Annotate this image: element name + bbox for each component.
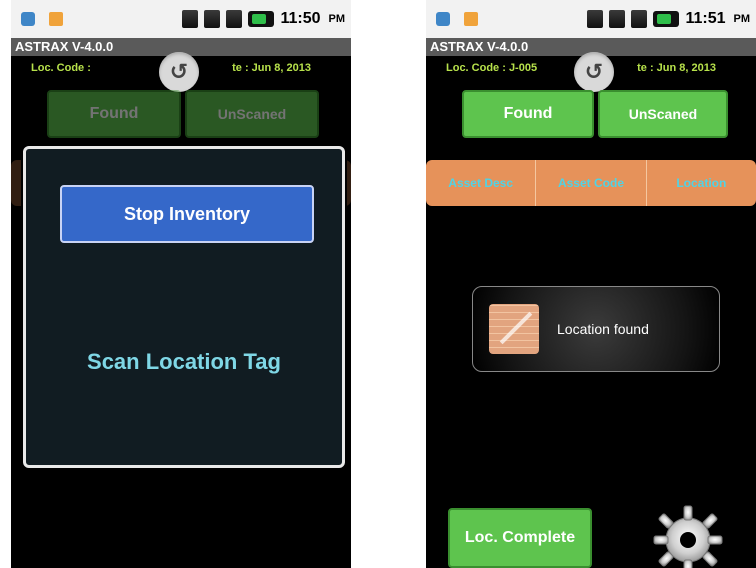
status-ampm: PM xyxy=(328,13,346,25)
signal-icon xyxy=(587,10,604,28)
status-ampm: PM xyxy=(733,13,751,25)
battery-icon xyxy=(653,11,680,27)
scan-location-message: Scan Location Tag xyxy=(87,349,281,374)
header-location[interactable]: Location xyxy=(647,160,756,206)
date-label: te : Jun 8, 2013 xyxy=(637,62,716,74)
signal-icon xyxy=(182,10,199,28)
loc-complete-button[interactable]: Loc. Complete xyxy=(448,508,592,568)
back-arrow-icon: ↺ xyxy=(584,59,604,85)
signal-icon xyxy=(226,10,243,28)
asset-table-header: Asset Desc Asset Code Location xyxy=(426,160,756,206)
unscaned-button[interactable]: UnScaned xyxy=(185,90,319,138)
back-button[interactable]: ↺ xyxy=(574,52,614,92)
usb-icon xyxy=(436,12,450,26)
signal-icon xyxy=(631,10,648,28)
scan-dialog: Stop Inventory Scan Location Tag xyxy=(23,146,345,468)
found-button[interactable]: Found xyxy=(462,90,594,138)
left-screen: 11:50 PM ASTRAX V-4.0.0 Loc. Code : te :… xyxy=(11,0,351,568)
note-icon xyxy=(489,304,539,354)
status-bar: 11:50 PM xyxy=(11,0,351,38)
stop-inventory-button[interactable]: Stop Inventory xyxy=(60,185,314,243)
status-bar: 11:51 PM xyxy=(426,0,756,38)
gear-icon[interactable] xyxy=(648,500,728,568)
header-asset-desc[interactable]: Asset Desc xyxy=(426,160,537,206)
back-arrow-icon: ↺ xyxy=(169,59,189,85)
sd-card-icon xyxy=(49,12,63,26)
loc-code: Loc. Code : xyxy=(31,62,91,74)
unscaned-button[interactable]: UnScaned xyxy=(598,90,728,138)
right-screen: 11:51 PM ASTRAX V-4.0.0 Loc. Code : J-00… xyxy=(426,0,756,568)
header-asset-code[interactable]: Asset Code xyxy=(536,160,647,206)
signal-icon xyxy=(204,10,221,28)
battery-icon xyxy=(248,11,275,27)
found-button[interactable]: Found xyxy=(47,90,181,138)
date-label: te : Jun 8, 2013 xyxy=(232,62,311,74)
usb-icon xyxy=(21,12,35,26)
location-found-toast: Location found xyxy=(472,286,720,372)
loc-code: Loc. Code : J-005 xyxy=(446,62,538,74)
sd-card-icon xyxy=(464,12,478,26)
toast-message: Location found xyxy=(557,321,649,337)
signal-icon xyxy=(609,10,626,28)
status-time: 11:50 xyxy=(280,10,321,27)
back-button[interactable]: ↺ xyxy=(159,52,199,92)
status-time: 11:51 xyxy=(685,10,726,27)
